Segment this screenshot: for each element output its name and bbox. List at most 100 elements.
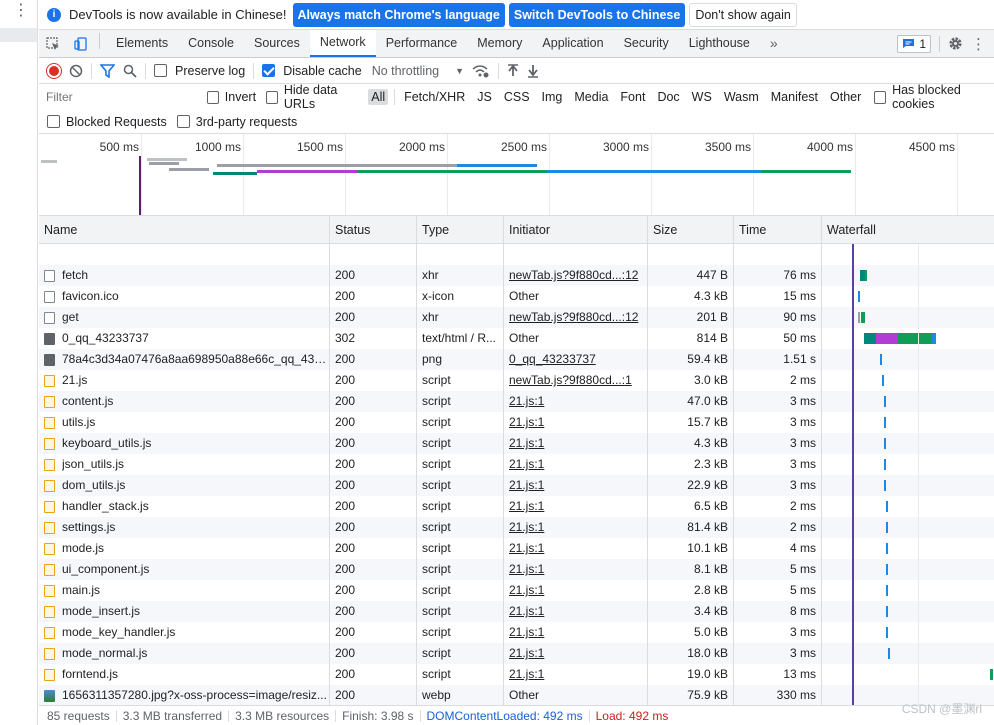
filter-type-wasm[interactable]: Wasm xyxy=(721,89,762,105)
request-name-cell[interactable]: json_utils.js xyxy=(39,454,330,475)
tab-performance[interactable]: Performance xyxy=(376,30,468,57)
request-name-cell[interactable]: mode.js xyxy=(39,538,330,559)
initiator-text[interactable]: 21.js:1 xyxy=(509,394,544,408)
table-row[interactable]: keyboard_utils.js 200 script 21.js:1 4.3 kB 3… xyxy=(39,433,994,454)
initiator-text[interactable]: newTab.js?9f880cd...:1 xyxy=(509,373,632,387)
request-initiator[interactable]: 0_qq_43233737 xyxy=(504,349,648,370)
request-name-cell[interactable]: settings.js xyxy=(39,517,330,538)
request-name-cell[interactable]: fetch xyxy=(39,265,330,286)
request-initiator[interactable]: 21.js:1 xyxy=(504,433,648,454)
filter-type-manifest[interactable]: Manifest xyxy=(768,89,821,105)
request-initiator[interactable]: 21.js:1 xyxy=(504,517,648,538)
initiator-text[interactable]: 21.js:1 xyxy=(509,625,544,639)
throttling-dropdown-arrow-icon[interactable]: ▼ xyxy=(455,66,464,76)
table-row[interactable]: get 200 xhr newTab.js?9f880cd...:12 201 B 90 … xyxy=(39,307,994,328)
issues-badge[interactable]: 1 xyxy=(897,34,931,53)
blocked-requests-checkbox[interactable] xyxy=(47,115,60,128)
request-name-cell[interactable]: content.js xyxy=(39,391,330,412)
request-name-cell[interactable]: handler_stack.js xyxy=(39,496,330,517)
column-type-header[interactable]: Type xyxy=(417,216,504,243)
inspect-element-icon[interactable] xyxy=(39,30,67,57)
tab-elements[interactable]: Elements xyxy=(106,30,178,57)
export-har-icon[interactable] xyxy=(527,64,539,78)
request-initiator[interactable]: 21.js:1 xyxy=(504,538,648,559)
initiator-text[interactable]: newTab.js?9f880cd...:12 xyxy=(509,310,638,324)
has-blocked-cookies-checkbox[interactable] xyxy=(874,90,887,104)
request-name-cell[interactable]: favicon.ico xyxy=(39,286,330,307)
settings-gear-icon[interactable] xyxy=(948,36,963,51)
initiator-text[interactable]: 0_qq_43233737 xyxy=(509,352,596,366)
filter-type-all[interactable]: All xyxy=(368,89,389,105)
filter-type-doc[interactable]: Doc xyxy=(654,89,682,105)
request-name-cell[interactable]: forntend.js xyxy=(39,664,330,685)
request-name-cell[interactable]: keyboard_utils.js xyxy=(39,433,330,454)
column-size-header[interactable]: Size xyxy=(648,216,734,243)
disable-cache-checkbox[interactable] xyxy=(262,64,276,77)
table-row[interactable]: settings.js 200 script 21.js:1 81.4 kB 2 ms xyxy=(39,517,994,538)
request-name-cell[interactable]: mode_key_handler.js xyxy=(39,622,330,643)
network-conditions-icon[interactable] xyxy=(472,64,490,78)
request-name-cell[interactable]: mode_insert.js xyxy=(39,601,330,622)
request-initiator[interactable]: 21.js:1 xyxy=(504,454,648,475)
request-initiator[interactable]: 21.js:1 xyxy=(504,391,648,412)
initiator-text[interactable]: 21.js:1 xyxy=(509,415,544,429)
import-har-icon[interactable] xyxy=(507,63,519,78)
request-name-cell[interactable]: 1656311357280.jpg?x-oss-process=image/re… xyxy=(39,685,330,706)
request-name-cell[interactable]: 0_qq_43233737 xyxy=(39,328,330,349)
table-row[interactable]: 1656311357280.jpg?x-oss-process=image/re… xyxy=(39,685,994,706)
column-waterfall-header[interactable]: Waterfall xyxy=(822,216,994,243)
column-status-header[interactable]: Status xyxy=(330,216,417,243)
initiator-text[interactable]: 21.js:1 xyxy=(509,562,544,576)
request-initiator[interactable]: 21.js:1 xyxy=(504,475,648,496)
request-initiator[interactable]: newTab.js?9f880cd...:1 xyxy=(504,370,648,391)
column-initiator-header[interactable]: Initiator xyxy=(504,216,648,243)
table-row[interactable]: json_utils.js 200 script 21.js:1 2.3 kB 3 ms xyxy=(39,454,994,475)
initiator-text[interactable]: 21.js:1 xyxy=(509,520,544,534)
filter-input[interactable] xyxy=(43,87,201,107)
clear-icon[interactable] xyxy=(69,64,83,78)
kebab-menu-icon[interactable]: ⋮ xyxy=(13,3,29,19)
tab-console[interactable]: Console xyxy=(178,30,244,57)
filter-type-fetch-xhr[interactable]: Fetch/XHR xyxy=(401,89,468,105)
filter-type-js[interactable]: JS xyxy=(474,89,495,105)
request-initiator[interactable]: 21.js:1 xyxy=(504,496,648,517)
table-row[interactable]: dom_utils.js 200 script 21.js:1 22.9 kB 3 ms xyxy=(39,475,994,496)
search-icon[interactable] xyxy=(123,64,137,78)
request-name-cell[interactable]: 78a4c3d34a07476a8aa698950a88e66c_qq_432.… xyxy=(39,349,330,370)
table-row[interactable]: mode_key_handler.js 200 script 21.js:1 5.0 k… xyxy=(39,622,994,643)
initiator-text[interactable]: 21.js:1 xyxy=(509,646,544,660)
table-row[interactable]: utils.js 200 script 21.js:1 15.7 kB 3 ms xyxy=(39,412,994,433)
record-icon[interactable] xyxy=(47,63,61,78)
table-row[interactable]: handler_stack.js 200 script 21.js:1 6.5 kB 2 … xyxy=(39,496,994,517)
table-row[interactable]: main.js 200 script 21.js:1 2.8 kB 5 ms xyxy=(39,580,994,601)
throttling-select[interactable]: No throttling xyxy=(372,64,439,78)
request-initiator[interactable]: 21.js:1 xyxy=(504,622,648,643)
preserve-log-checkbox[interactable] xyxy=(154,64,167,77)
request-initiator[interactable]: newTab.js?9f880cd...:12 xyxy=(504,265,648,286)
third-party-requests-checkbox[interactable] xyxy=(176,115,190,128)
request-initiator[interactable]: 21.js:1 xyxy=(504,664,648,685)
dont-show-again-button[interactable]: Don't show again xyxy=(689,2,797,27)
request-name-cell[interactable]: ui_component.js xyxy=(39,559,330,580)
tab-lighthouse[interactable]: Lighthouse xyxy=(679,30,760,57)
request-initiator[interactable]: 21.js:1 xyxy=(504,580,648,601)
always-match-language-button[interactable]: Always match Chrome's language xyxy=(292,2,505,27)
filter-type-css[interactable]: CSS xyxy=(501,89,533,105)
column-name-header[interactable]: Name xyxy=(39,216,330,243)
request-initiator[interactable]: 21.js:1 xyxy=(504,601,648,622)
request-name-cell[interactable]: get xyxy=(39,307,330,328)
network-overview-timeline[interactable]: 500 ms 1000 ms 1500 ms 2000 ms 2500 ms 3000 m… xyxy=(39,134,994,216)
table-row[interactable]: 21.js 200 script newTab.js?9f880cd...:1 3.0 … xyxy=(39,370,994,391)
table-row[interactable]: content.js 200 script 21.js:1 47.0 kB 3 ms xyxy=(39,391,994,412)
table-row[interactable]: ui_component.js 200 script 21.js:1 8.1 kB 5 m… xyxy=(39,559,994,580)
initiator-text[interactable]: 21.js:1 xyxy=(509,583,544,597)
tab-security[interactable]: Security xyxy=(614,30,679,57)
filter-type-media[interactable]: Media xyxy=(571,89,611,105)
tab-network[interactable]: Network xyxy=(309,30,376,57)
table-row[interactable]: 78a4c3d34a07476a8aa698950a88e66c_qq_432.… xyxy=(39,349,994,370)
request-initiator[interactable]: 21.js:1 xyxy=(504,643,648,664)
table-row[interactable]: fetch 200 xhr newTab.js?9f880cd...:12 447 B7… xyxy=(39,265,994,286)
filter-type-font[interactable]: Font xyxy=(617,89,648,105)
initiator-text[interactable]: newTab.js?9f880cd...:12 xyxy=(509,268,638,282)
table-row[interactable]: mode.js 200 script 21.js:1 10.1 kB 4 ms xyxy=(39,538,994,559)
